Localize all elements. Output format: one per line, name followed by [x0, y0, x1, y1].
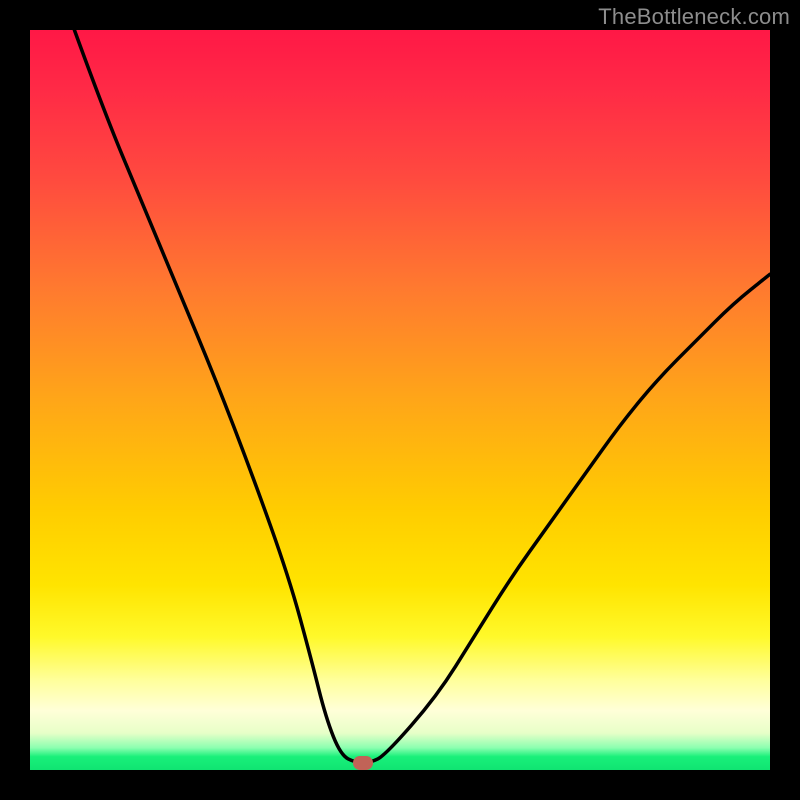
min-marker: [353, 756, 373, 770]
plot-area: [30, 30, 770, 770]
watermark-text: TheBottleneck.com: [598, 4, 790, 30]
curve-layer: [30, 30, 770, 770]
bottleneck-curve: [74, 30, 770, 763]
chart-frame: TheBottleneck.com: [0, 0, 800, 800]
